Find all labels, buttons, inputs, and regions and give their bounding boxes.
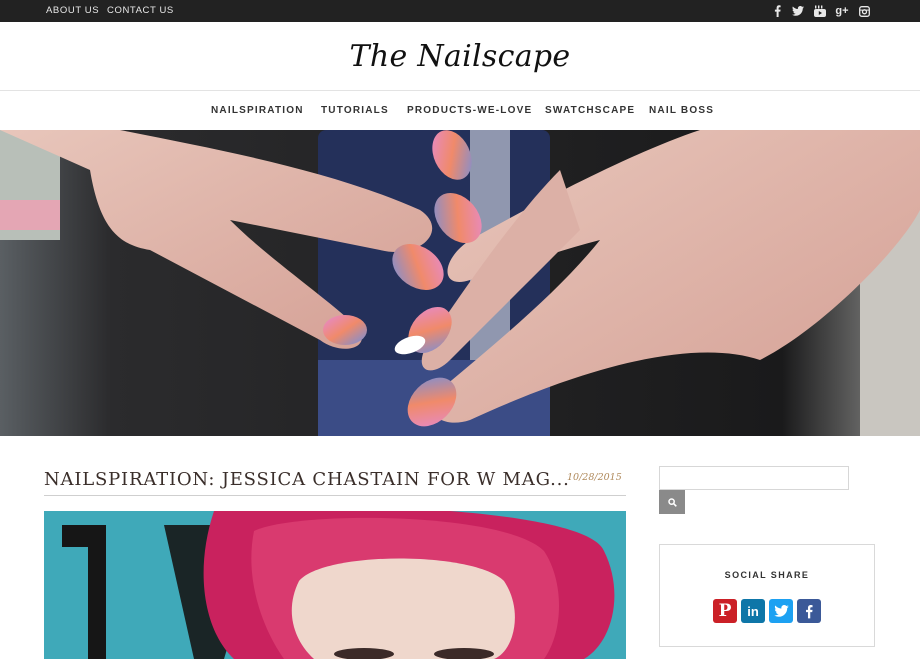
search-icon (667, 497, 677, 507)
nav-item-nail-boss[interactable]: NAIL BOSS (649, 105, 714, 116)
site-logo[interactable]: The Nailscape (0, 22, 920, 90)
hero-illustration (0, 130, 920, 436)
search-button[interactable] (659, 490, 685, 514)
about-us-link[interactable]: ABOUT US (46, 5, 99, 16)
facebook-share-button[interactable] (797, 599, 821, 623)
contact-us-link[interactable]: CONTACT US (107, 5, 174, 16)
facebook-icon[interactable] (772, 4, 782, 18)
twitter-icon[interactable] (791, 4, 804, 18)
main-nav: NAILSPIRATION TUTORIALS PRODUCTS-WE-LOVE… (0, 91, 920, 129)
widget-title: SOCIAL SHARE (724, 570, 810, 580)
top-bar: ABOUT US CONTACT US g+ (0, 0, 920, 22)
nav-item-swatchscape[interactable]: SWATCHSCAPE (545, 105, 635, 116)
post-title[interactable]: NAILSPIRATION: JESSICA CHASTAIN FOR W MA… (44, 469, 570, 490)
twitter-share-button[interactable] (769, 599, 793, 623)
pinterest-icon: P (718, 600, 732, 621)
google-plus-icon[interactable]: g+ (835, 4, 849, 18)
post-date: 10/28/2015 (567, 472, 622, 483)
hero-image (0, 130, 920, 436)
post-title-divider (44, 495, 626, 496)
site-title[interactable]: The Nailscape (350, 39, 571, 74)
instagram-icon[interactable] (858, 4, 870, 18)
nav-item-tutorials[interactable]: TUTORIALS (321, 105, 389, 116)
youtube-icon[interactable] (813, 4, 826, 18)
nav-item-nailspiration[interactable]: NAILSPIRATION (211, 105, 304, 116)
search-input[interactable] (659, 466, 849, 490)
pinterest-share-button[interactable]: P (713, 599, 737, 623)
post-illustration (44, 511, 626, 659)
linkedin-icon: in (747, 603, 759, 619)
post-featured-image[interactable] (44, 511, 626, 659)
facebook-icon (806, 604, 813, 618)
social-share-widget: SOCIAL SHARE P in (659, 544, 875, 647)
linkedin-share-button[interactable]: in (741, 599, 765, 623)
twitter-icon (773, 605, 789, 617)
nav-item-products-we-love[interactable]: PRODUCTS-WE-LOVE (407, 105, 532, 116)
